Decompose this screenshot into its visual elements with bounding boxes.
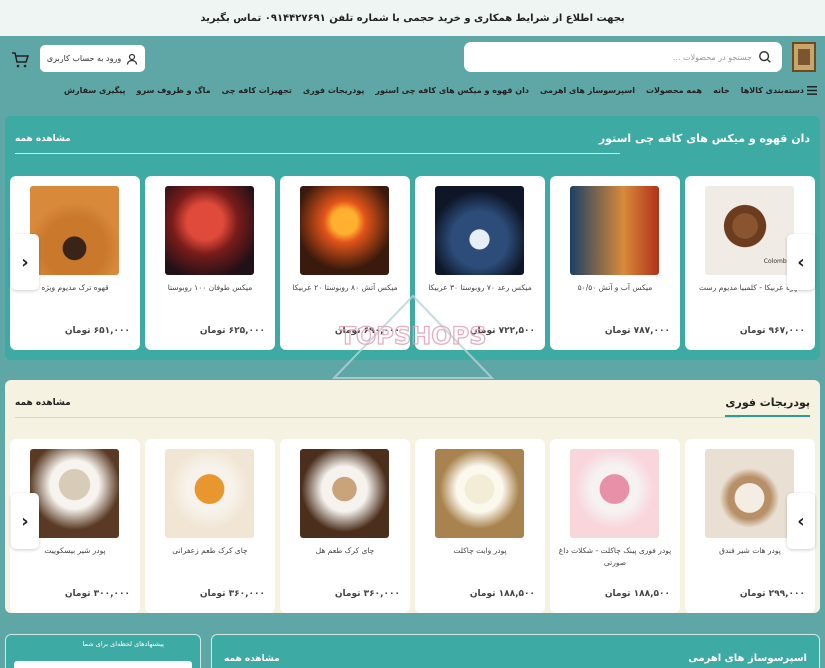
product-price: ۶۲۵,۰۰۰ تومان (199, 326, 265, 336)
main-nav: دسته‌بندی کالاها خانه همه محصولات اسپرسو… (0, 80, 825, 100)
nav-categories[interactable]: دسته‌بندی کالاها (740, 85, 817, 95)
nav-item-label: خانه (713, 85, 730, 95)
product-image[interactable] (435, 449, 524, 538)
product-name[interactable]: چای کرک طعم زعفرانی (151, 545, 269, 557)
product-image[interactable] (165, 449, 254, 538)
product-price: ۷۲۲,۵۰۰ تومان (469, 326, 535, 336)
carousel-prev-button[interactable]: ‹ (11, 234, 39, 290)
nav-coffee-beans[interactable]: دان قهوه و میکس های کافه چی استور (375, 86, 529, 95)
product-price: ۳۶۰,۰۰۰ تومان (199, 589, 265, 599)
product-name[interactable]: میکس آب و آتش ۵۰/۵۰ (556, 282, 674, 294)
chevron-left-icon: ‹ (21, 251, 29, 273)
product-card[interactable]: پودر فوری پینک چاکلت - شکلات داغ صورتی ۱… (550, 439, 680, 613)
search-icon[interactable] (758, 50, 772, 64)
view-all-link[interactable]: مشاهده همه (15, 398, 71, 408)
nav-item-label: ماگ و ظروف سرو (136, 85, 211, 95)
nav-item-label: پودریجات فوری (302, 85, 365, 95)
nav-lever-espresso[interactable]: اسپرسوساز های اهرمی (540, 86, 635, 95)
divider (15, 417, 740, 418)
announcement-bar: بجهت اطلاع از شرایط همکاری و خرید حجمی ب… (0, 0, 825, 36)
view-all-link[interactable]: مشاهده همه (224, 654, 280, 664)
section-header: دان قهوه و میکس های کافه چی استور مشاهده… (15, 126, 810, 154)
product-price: ۶۹۰,۰۰۰ تومان (334, 326, 400, 336)
product-carousel: Colombia قهوه عربیکا - کلمبیا مدیوم رست … (10, 176, 820, 350)
section-title: اسپرسوساز های اهرمی (688, 653, 807, 664)
product-price: ۲۹۹,۰۰۰ تومان (739, 589, 805, 599)
product-name[interactable]: پودر فوری پینک چاکلت - شکلات داغ صورتی (556, 545, 674, 569)
section-title: پودریجات فوری (725, 396, 810, 417)
product-price: ۳۰۰,۰۰۰ تومان (64, 589, 130, 599)
coffee-beans-section: دان قهوه و میکس های کافه چی استور مشاهده… (5, 116, 820, 360)
product-image[interactable] (300, 449, 389, 538)
search-box[interactable]: جستجو در محصولات ... (464, 42, 782, 72)
search-placeholder[interactable]: جستجو در محصولات ... (673, 53, 752, 62)
product-image[interactable]: Colombia (705, 186, 794, 275)
nav-item-label: دسته‌بندی کالاها (740, 85, 804, 95)
carousel-prev-button[interactable]: ‹ (11, 493, 39, 549)
site-logo[interactable] (792, 42, 816, 72)
suggestions-box: پیشنهادهای لحظه‌ای برای شما (5, 634, 201, 668)
nav-item-label: پیگیری سفارش (63, 85, 126, 95)
product-name[interactable]: چای کرک طعم هل (286, 545, 404, 557)
product-name[interactable]: پودر وایت چاکلت (421, 545, 539, 557)
product-price: ۱۸۸,۵۰۰ تومان (469, 589, 535, 599)
lever-espresso-section: اسپرسوساز های اهرمی مشاهده همه (211, 634, 820, 668)
chevron-right-icon: › (797, 510, 805, 532)
product-image[interactable] (570, 186, 659, 275)
menu-icon (807, 85, 817, 95)
login-label: ورود به حساب کاربری (46, 54, 122, 63)
product-card[interactable]: چای کرک طعم زعفرانی ۳۶۰,۰۰۰ تومان (145, 439, 275, 613)
nav-mugs[interactable]: ماگ و ظروف سرو (137, 86, 211, 95)
product-image[interactable] (30, 186, 119, 275)
login-button[interactable]: ورود به حساب کاربری (40, 45, 145, 72)
suggestions-panel (14, 661, 192, 668)
site-header: جستجو در محصولات ... ورود به حساب کاربری (0, 36, 825, 80)
product-carousel: پودر هات شیر فندق ۲۹۹,۰۰۰ تومان پودر فور… (10, 439, 820, 613)
nav-item-label: اسپرسوساز های اهرمی (539, 85, 635, 95)
product-card[interactable]: میکس آتش ۸۰ روبوستا ۲۰ عربیکا ۶۹۰,۰۰۰ تو… (280, 176, 410, 350)
product-price: ۱۸۸,۵۰۰ تومان (604, 589, 670, 599)
product-image[interactable] (165, 186, 254, 275)
nav-cafe-equipment[interactable]: تجهیزات کافه چی (222, 86, 292, 95)
nav-item-label: همه محصولات (645, 85, 703, 95)
product-name[interactable]: میکس رعد ۷۰ روبوستا ۳۰ عربیکا (421, 282, 539, 294)
view-all-link[interactable]: مشاهده همه (15, 134, 71, 144)
product-image[interactable] (435, 186, 524, 275)
section-header: پودریجات فوری مشاهده همه (15, 390, 810, 418)
instant-powders-section: پودریجات فوری مشاهده همه پودر هات شیر فن… (5, 380, 820, 613)
product-image[interactable] (570, 449, 659, 538)
chevron-right-icon: › (797, 251, 805, 273)
carousel-next-button[interactable]: › (787, 493, 815, 549)
chevron-left-icon: ‹ (21, 510, 29, 532)
carousel-next-button[interactable]: › (787, 234, 815, 290)
product-card[interactable]: میکس آب و آتش ۵۰/۵۰ ۷۸۷,۰۰۰ تومان (550, 176, 680, 350)
product-card[interactable]: میکس طوفان ۱۰۰ روبوستا ۶۲۵,۰۰۰ تومان (145, 176, 275, 350)
product-price: ۳۶۰,۰۰۰ تومان (334, 589, 400, 599)
product-price: ۷۸۷,۰۰۰ تومان (604, 326, 670, 336)
product-price: ۶۵۱,۰۰۰ تومان (64, 326, 130, 336)
product-image[interactable] (705, 449, 794, 538)
product-card[interactable]: پودر وایت چاکلت ۱۸۸,۵۰۰ تومان (415, 439, 545, 613)
nav-item-label: تجهیزات کافه چی (221, 85, 292, 95)
nav-instant-powders[interactable]: پودریجات فوری (303, 86, 365, 95)
user-icon (127, 53, 138, 65)
product-image[interactable] (300, 186, 389, 275)
nav-order-tracking[interactable]: پیگیری سفارش (64, 86, 126, 95)
nav-item-label: دان قهوه و میکس های کافه چی استور (375, 85, 529, 95)
product-price: ۹۶۷,۰۰۰ تومان (739, 326, 805, 336)
product-card[interactable]: میکس رعد ۷۰ روبوستا ۳۰ عربیکا ۷۲۲,۵۰۰ تو… (415, 176, 545, 350)
section-title: دان قهوه و میکس های کافه چی استور (598, 132, 810, 145)
product-name[interactable]: میکس طوفان ۱۰۰ روبوستا (151, 282, 269, 294)
product-card[interactable]: چای کرک طعم هل ۳۶۰,۰۰۰ تومان (280, 439, 410, 613)
suggestions-title: پیشنهادهای لحظه‌ای برای شما (82, 640, 164, 648)
product-name[interactable]: میکس آتش ۸۰ روبوستا ۲۰ عربیکا (286, 282, 404, 294)
announcement-text: بجهت اطلاع از شرایط همکاری و خرید حجمی ب… (200, 12, 625, 24)
product-image[interactable] (30, 449, 119, 538)
cart-icon[interactable] (11, 51, 29, 69)
nav-all-products[interactable]: همه محصولات (646, 86, 702, 95)
divider (15, 153, 620, 154)
nav-home[interactable]: خانه (713, 86, 730, 95)
